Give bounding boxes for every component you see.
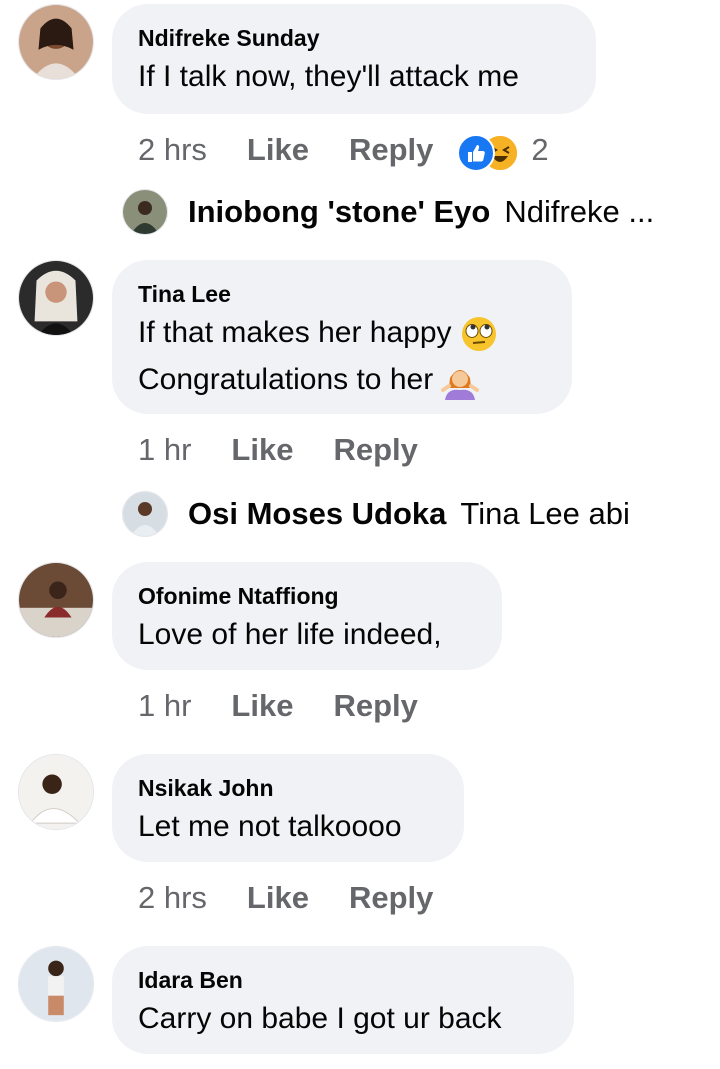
- comment-actions: 1 hr Like Reply: [138, 686, 458, 726]
- avatar[interactable]: [18, 754, 94, 830]
- reply-preview[interactable]: Osi Moses Udoka Tina Lee abi: [122, 490, 630, 538]
- avatar[interactable]: [18, 260, 94, 336]
- comment-text: Congratulations to her: [138, 363, 434, 396]
- comment-actions: 2 hrs Like Reply: [138, 878, 473, 918]
- reaction-summary[interactable]: 2: [457, 132, 549, 172]
- comment-actions: 2 hrs Like Reply 2: [138, 130, 549, 172]
- avatar[interactable]: [122, 491, 168, 537]
- reply-preview[interactable]: Iniobong 'stone' Eyo Ndifreke ...: [122, 188, 654, 236]
- avatar[interactable]: [18, 4, 94, 80]
- comment-author[interactable]: Ndifreke Sunday: [138, 24, 570, 52]
- comment-text: Love of her life indeed,: [138, 618, 442, 651]
- comment-bubble: Nsikak John Let me not talkoooo: [112, 754, 464, 862]
- comment-time[interactable]: 2 hrs: [138, 132, 207, 168]
- comment-bubble: Ndifreke Sunday If I talk now, they'll a…: [112, 4, 596, 114]
- reply-snippet: Tina Lee abi: [460, 496, 630, 531]
- like-button[interactable]: Like: [231, 688, 293, 724]
- comment-actions: 1 hr Like Reply: [138, 430, 458, 470]
- reply-snippet: Ndifreke ...: [504, 194, 655, 229]
- like-reaction-icon: [457, 134, 496, 172]
- reply-button[interactable]: Reply: [333, 432, 417, 468]
- comment-time[interactable]: 1 hr: [138, 432, 191, 468]
- comment-time[interactable]: 2 hrs: [138, 880, 207, 916]
- reply-button[interactable]: Reply: [349, 880, 433, 916]
- reply-author[interactable]: Osi Moses Udoka: [188, 496, 446, 532]
- comment-text: If that makes her happy: [138, 316, 452, 349]
- reaction-count: 2: [531, 132, 549, 167]
- comment-author[interactable]: Nsikak John: [138, 774, 438, 802]
- reply-button[interactable]: Reply: [333, 688, 417, 724]
- comment-text: If I talk now, they'll attack me: [138, 60, 519, 93]
- reply-button[interactable]: Reply: [349, 132, 433, 168]
- avatar[interactable]: [18, 562, 94, 638]
- like-button[interactable]: Like: [231, 432, 293, 468]
- avatar[interactable]: [122, 189, 168, 235]
- comment-text: Carry on babe I got ur back: [138, 1002, 502, 1035]
- comment-bubble: Idara Ben Carry on babe I got ur back: [112, 946, 574, 1054]
- comment-text: Let me not talkoooo: [138, 810, 402, 843]
- comment-author[interactable]: Ofonime Ntaffiong: [138, 582, 476, 610]
- comment-time[interactable]: 1 hr: [138, 688, 191, 724]
- like-button[interactable]: Like: [247, 132, 309, 168]
- comment-bubble: Ofonime Ntaffiong Love of her life indee…: [112, 562, 502, 670]
- comment-bubble: Tina Lee If that makes her happy Congrat…: [112, 260, 572, 414]
- reply-author[interactable]: Iniobong 'stone' Eyo: [188, 194, 490, 230]
- like-button[interactable]: Like: [247, 880, 309, 916]
- comment-author[interactable]: Idara Ben: [138, 966, 548, 994]
- avatar[interactable]: [18, 946, 94, 1022]
- comment-author[interactable]: Tina Lee: [138, 280, 546, 308]
- person-shrugging-icon: [441, 362, 480, 401]
- face-with-rolling-eyes-icon: [460, 315, 498, 353]
